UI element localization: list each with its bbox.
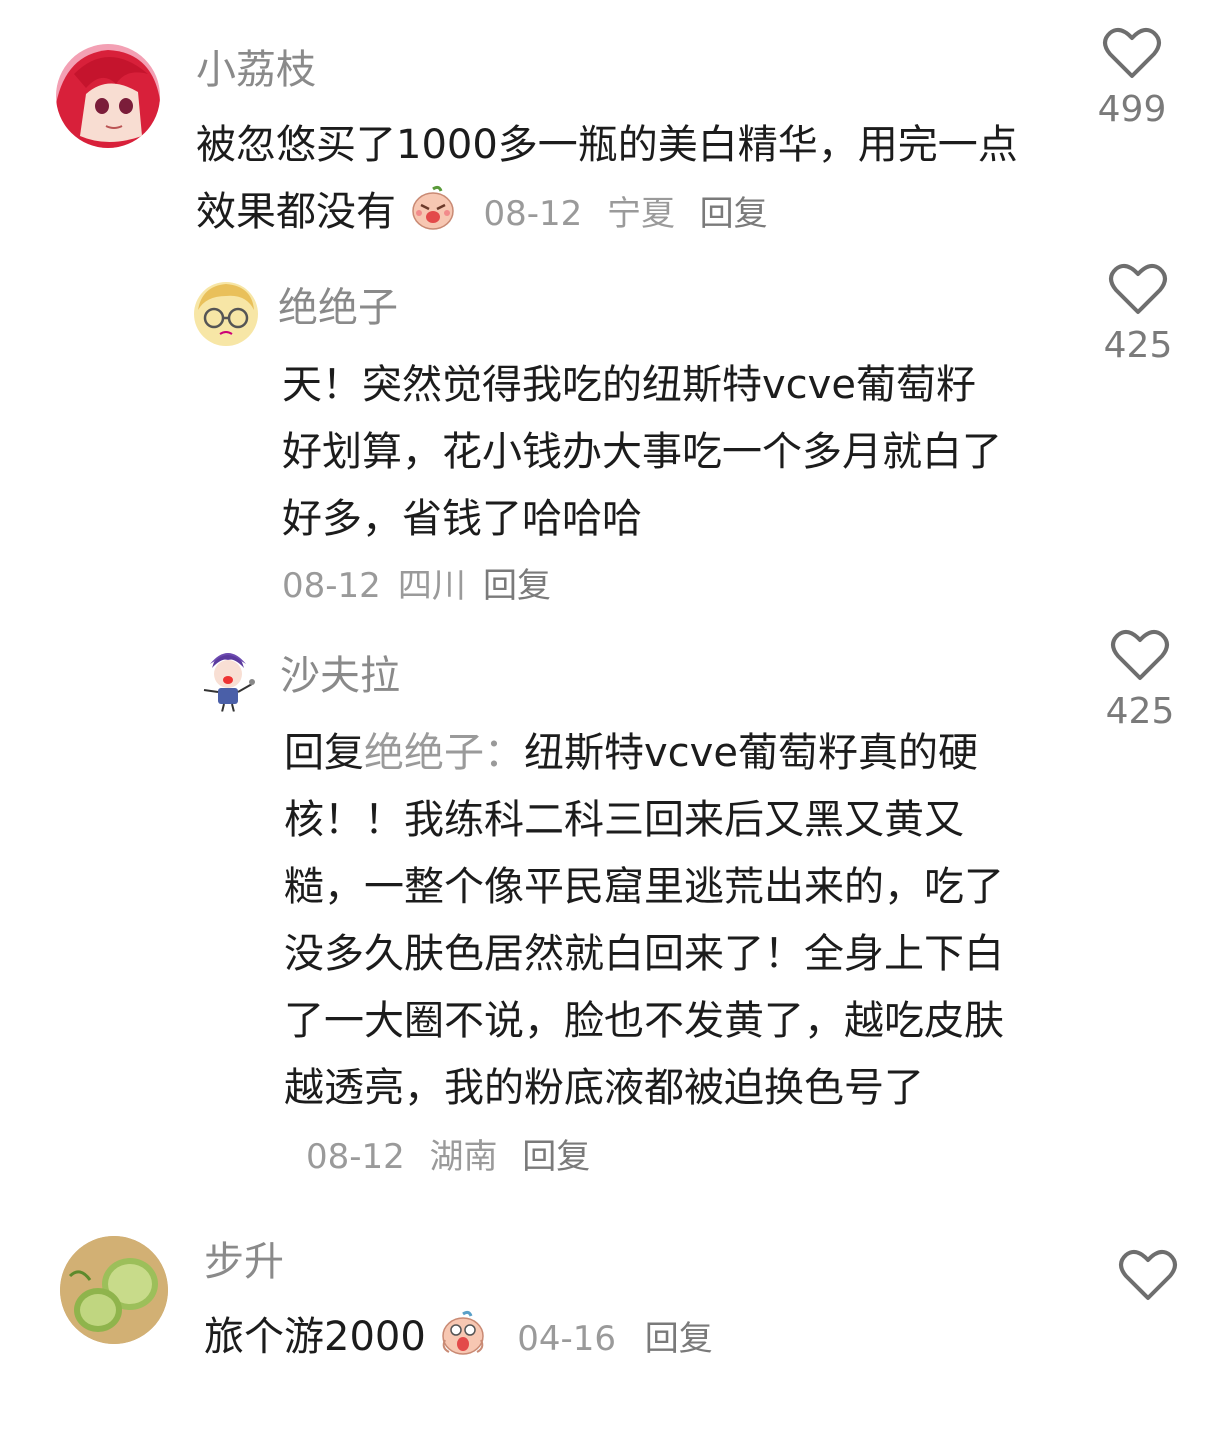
- like-count: 499: [1097, 89, 1167, 130]
- heart-icon: [1119, 1249, 1177, 1300]
- crying-emoji-icon: [409, 183, 457, 252]
- comment-date: 08-12: [306, 1137, 405, 1177]
- avatar-image: [60, 1236, 168, 1344]
- comment-date: 04-16: [517, 1319, 617, 1359]
- comment-text: 天！突然觉得我吃的纽斯特vcve葡萄籽好划算，花小钱办大事吃一个多月就白了好多，…: [282, 352, 1002, 553]
- like-button[interactable]: [1098, 1248, 1198, 1302]
- comment-text-body: 旅个游2000: [204, 1314, 426, 1360]
- comment-username[interactable]: 沙夫拉: [280, 652, 400, 700]
- reply-button[interactable]: 回复: [483, 566, 551, 606]
- reply-button[interactable]: 回复: [700, 194, 768, 234]
- heart-icon: [1109, 263, 1167, 314]
- comment-text: 回复绝绝子：纽斯特vcve葡萄籽真的硬核！！我练科二科三回来后又黑又黄又糙，一整…: [284, 720, 1004, 1191]
- like-button[interactable]: 425: [1088, 262, 1188, 368]
- comment-location: 宁夏: [606, 194, 675, 234]
- avatar-image: [194, 644, 262, 712]
- avatar[interactable]: [192, 280, 260, 348]
- scream-emoji-icon: [439, 1308, 487, 1377]
- comment-location: 四川: [397, 566, 466, 606]
- avatar-image: [56, 44, 160, 148]
- avatar[interactable]: [194, 644, 262, 712]
- comment-text: 被忽悠买了1000多一瓶的美白精华，用完一点效果都没有 08-12 宁夏 回复: [196, 112, 1036, 252]
- comment-location: 湖南: [429, 1137, 498, 1177]
- comment-date: 08-12: [282, 566, 381, 606]
- like-button[interactable]: 425: [1090, 628, 1190, 734]
- comment-username[interactable]: 小荔枝: [196, 46, 316, 94]
- comment-text: 旅个游2000 04-16 回复: [204, 1304, 1064, 1377]
- reply-button[interactable]: 回复: [645, 1319, 713, 1359]
- like-count: 425: [1103, 325, 1173, 366]
- comment-text-body: 纽斯特vcve葡萄籽真的硬核！！我练科二科三回来后又黑又黄又糙，一整个像平民窟里…: [284, 730, 1004, 1111]
- reply-mention[interactable]: 绝绝子：: [364, 730, 524, 776]
- avatar[interactable]: [56, 44, 160, 148]
- comment-username[interactable]: 绝绝子: [278, 284, 398, 332]
- avatar-image: [192, 280, 260, 348]
- comment-date: 08-12: [483, 194, 583, 234]
- comment-text-body: 天！突然觉得我吃的纽斯特vcve葡萄籽好划算，花小钱办大事吃一个多月就白了好多，…: [282, 362, 1002, 542]
- comment-username[interactable]: 步升: [204, 1238, 284, 1286]
- reply-prefix: 回复: [284, 730, 364, 776]
- heart-icon: [1111, 629, 1169, 680]
- reply-button[interactable]: 回复: [522, 1137, 590, 1177]
- like-button[interactable]: 499: [1082, 26, 1182, 132]
- comment-meta: 08-12 四川 回复: [282, 558, 551, 607]
- avatar[interactable]: [60, 1236, 168, 1344]
- heart-icon: [1103, 27, 1161, 78]
- like-count: 425: [1105, 691, 1175, 732]
